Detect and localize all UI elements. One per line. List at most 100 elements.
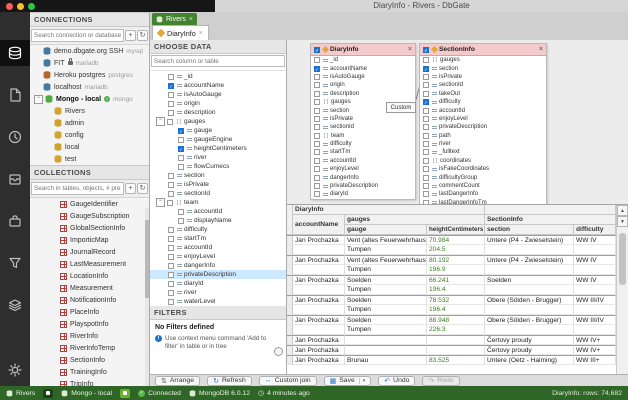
filter-icon[interactable]: [0, 250, 30, 276]
checkbox[interactable]: [168, 280, 174, 287]
tree-item-heightcentimeters[interactable]: ✓ heightCentimeters: [150, 144, 286, 153]
designer-table-sectioninfo[interactable]: ✓ SectionInfo ×[] gauges ✓ section isPrivate se…: [419, 43, 547, 204]
collection-item-traininginfo[interactable]: TrainingInfo: [30, 366, 149, 378]
field-team[interactable]: [] team: [311, 132, 415, 140]
checkbox[interactable]: [168, 91, 174, 98]
cell-heightcentimeters[interactable]: 226.3: [427, 325, 485, 335]
database-item-test[interactable]: test: [30, 153, 149, 165]
cell-difficulty[interactable]: WW IV: [574, 235, 616, 245]
expander-icon[interactable]: −: [34, 94, 43, 104]
database-color-badge[interactable]: [120, 388, 131, 398]
checkbox[interactable]: ✓: [178, 145, 184, 152]
checkbox[interactable]: [168, 271, 174, 278]
cell-section[interactable]: [485, 245, 574, 255]
cell-section[interactable]: Čertovy proudy: [485, 345, 574, 355]
field-accountid[interactable]: accountId: [311, 157, 415, 165]
cell-difficulty[interactable]: WW IV: [574, 255, 616, 265]
column-header-heightcentimeters[interactable]: heightCentimeters: [427, 225, 485, 235]
checkbox[interactable]: [314, 73, 320, 80]
tree-item-waterlevel[interactable]: waterLevel: [150, 297, 286, 306]
query-designer-canvas[interactable]: ✓ DiaryInfo × _id ✓ accountName isAutoGauge ori…: [287, 40, 628, 205]
field-commentcount[interactable]: commentCount: [420, 182, 546, 190]
cell-accountname[interactable]: [293, 325, 345, 335]
checkbox[interactable]: ✓: [314, 65, 320, 72]
tree-item-river[interactable]: river: [150, 153, 286, 162]
table-row[interactable]: Tumpen 196.4: [287, 305, 616, 315]
cell-accountname[interactable]: Jan Prochazka: [293, 315, 345, 325]
cell-gauge[interactable]: Soelden: [345, 315, 427, 325]
cell-gauge[interactable]: Tumpen: [345, 305, 427, 315]
cell-gauge[interactable]: Tumpen: [345, 285, 427, 295]
cell-difficulty[interactable]: WW IV: [574, 275, 616, 285]
checkbox[interactable]: ✓: [423, 99, 429, 106]
panel-handle-button[interactable]: [274, 347, 283, 356]
cell-heightcentimeters[interactable]: 83.525: [427, 355, 485, 365]
field-difficultygroup[interactable]: difficultyGroup: [420, 173, 546, 181]
field-path[interactable]: path: [420, 132, 546, 140]
column-header-difficulty[interactable]: difficulty: [574, 225, 616, 235]
cell-heightcentimeters[interactable]: 66.241: [427, 275, 485, 285]
connections-search-input[interactable]: [31, 29, 124, 42]
collection-item-gaugeidentifier[interactable]: GaugeIdentifier: [30, 198, 149, 210]
field-difficulty[interactable]: difficulty: [311, 140, 415, 148]
table-row[interactable]: Jan Prochazka Vent (altes Feuerwehrhaus) 8…: [287, 255, 616, 265]
checkbox[interactable]: [423, 157, 429, 164]
cell-accountname[interactable]: Jan Prochazka: [293, 355, 345, 365]
collection-item-journalrecord[interactable]: JournalRecord: [30, 246, 149, 258]
checkbox[interactable]: [423, 191, 429, 198]
refresh-connections-icon[interactable]: ↻: [137, 30, 148, 41]
checkbox[interactable]: [314, 183, 320, 190]
cell-difficulty[interactable]: [574, 285, 616, 295]
field-privatedescription[interactable]: privateDescription: [420, 123, 546, 131]
checkbox[interactable]: [168, 262, 174, 269]
window-close-button[interactable]: [6, 3, 13, 10]
checkbox[interactable]: [423, 124, 429, 131]
cell-gauge[interactable]: Tumpen: [345, 245, 427, 255]
layers-icon[interactable]: [0, 292, 30, 318]
save-button[interactable]: ▦ Save ▾: [323, 375, 372, 386]
tree-item-origin[interactable]: origin: [150, 99, 286, 108]
field-id[interactable]: _id: [311, 56, 415, 64]
checkbox[interactable]: [314, 149, 320, 156]
cell-difficulty[interactable]: [574, 245, 616, 255]
cell-heightcentimeters[interactable]: 204.5: [427, 245, 485, 255]
cell-accountname[interactable]: [293, 265, 345, 275]
database-item-admin[interactable]: admin: [30, 117, 149, 129]
table-header[interactable]: ✓ DiaryInfo ×: [311, 44, 415, 56]
cell-heightcentimeters[interactable]: 196.4: [427, 305, 485, 315]
cell-heightcentimeters[interactable]: 196.9: [427, 265, 485, 275]
tree-item-isautogauge[interactable]: isAutoGauge: [150, 90, 286, 99]
field-sectionid[interactable]: sectionId: [420, 81, 546, 89]
cell-section[interactable]: [485, 325, 574, 335]
cell-gauge[interactable]: [345, 335, 427, 345]
checkbox[interactable]: [168, 289, 174, 296]
checkbox[interactable]: [423, 174, 429, 181]
table-row[interactable]: Jan Prochazka Soelden 78.532 Obere (Sölden …: [287, 295, 616, 305]
table-row[interactable]: Jan Prochazka Čertovy proudy WW IV+: [287, 335, 616, 345]
connection-item-localhost[interactable]: localhost mariadb: [30, 81, 149, 93]
tree-item-gaugeengine[interactable]: gaugeEngine: [150, 135, 286, 144]
tree-item-river[interactable]: river: [150, 288, 286, 297]
database-icon[interactable]: [0, 40, 30, 66]
column-header-accountname[interactable]: accountName: [293, 215, 345, 235]
field-enjoylevel[interactable]: enjoyLevel: [311, 165, 415, 173]
checkbox[interactable]: [314, 57, 320, 64]
window-zoom-button[interactable]: [28, 3, 35, 10]
checkbox[interactable]: [168, 190, 174, 197]
cell-difficulty[interactable]: WW IV+: [574, 335, 616, 345]
connection-color-badge[interactable]: [43, 388, 54, 398]
file-icon[interactable]: [0, 82, 30, 108]
table-row[interactable]: Tumpen 196.4: [287, 285, 616, 295]
close-icon[interactable]: ×: [199, 30, 203, 37]
field-accountname[interactable]: ✓ accountName: [311, 64, 415, 72]
cell-section[interactable]: Soelden: [485, 275, 574, 285]
connection-item-mongo-local[interactable]: − Mongo - local ✓ mongo: [30, 93, 149, 105]
join-type-label[interactable]: Custom: [386, 102, 416, 113]
connection-item-fit[interactable]: FIT mariadb: [30, 57, 149, 69]
cell-heightcentimeters[interactable]: 196.4: [427, 285, 485, 295]
cell-accountname[interactable]: Jan Prochazka: [293, 255, 345, 265]
cell-gauge[interactable]: [345, 345, 427, 355]
collection-item-importicmap[interactable]: ImporticMap: [30, 234, 149, 246]
checkbox[interactable]: [168, 109, 174, 116]
close-icon[interactable]: ×: [408, 46, 412, 53]
